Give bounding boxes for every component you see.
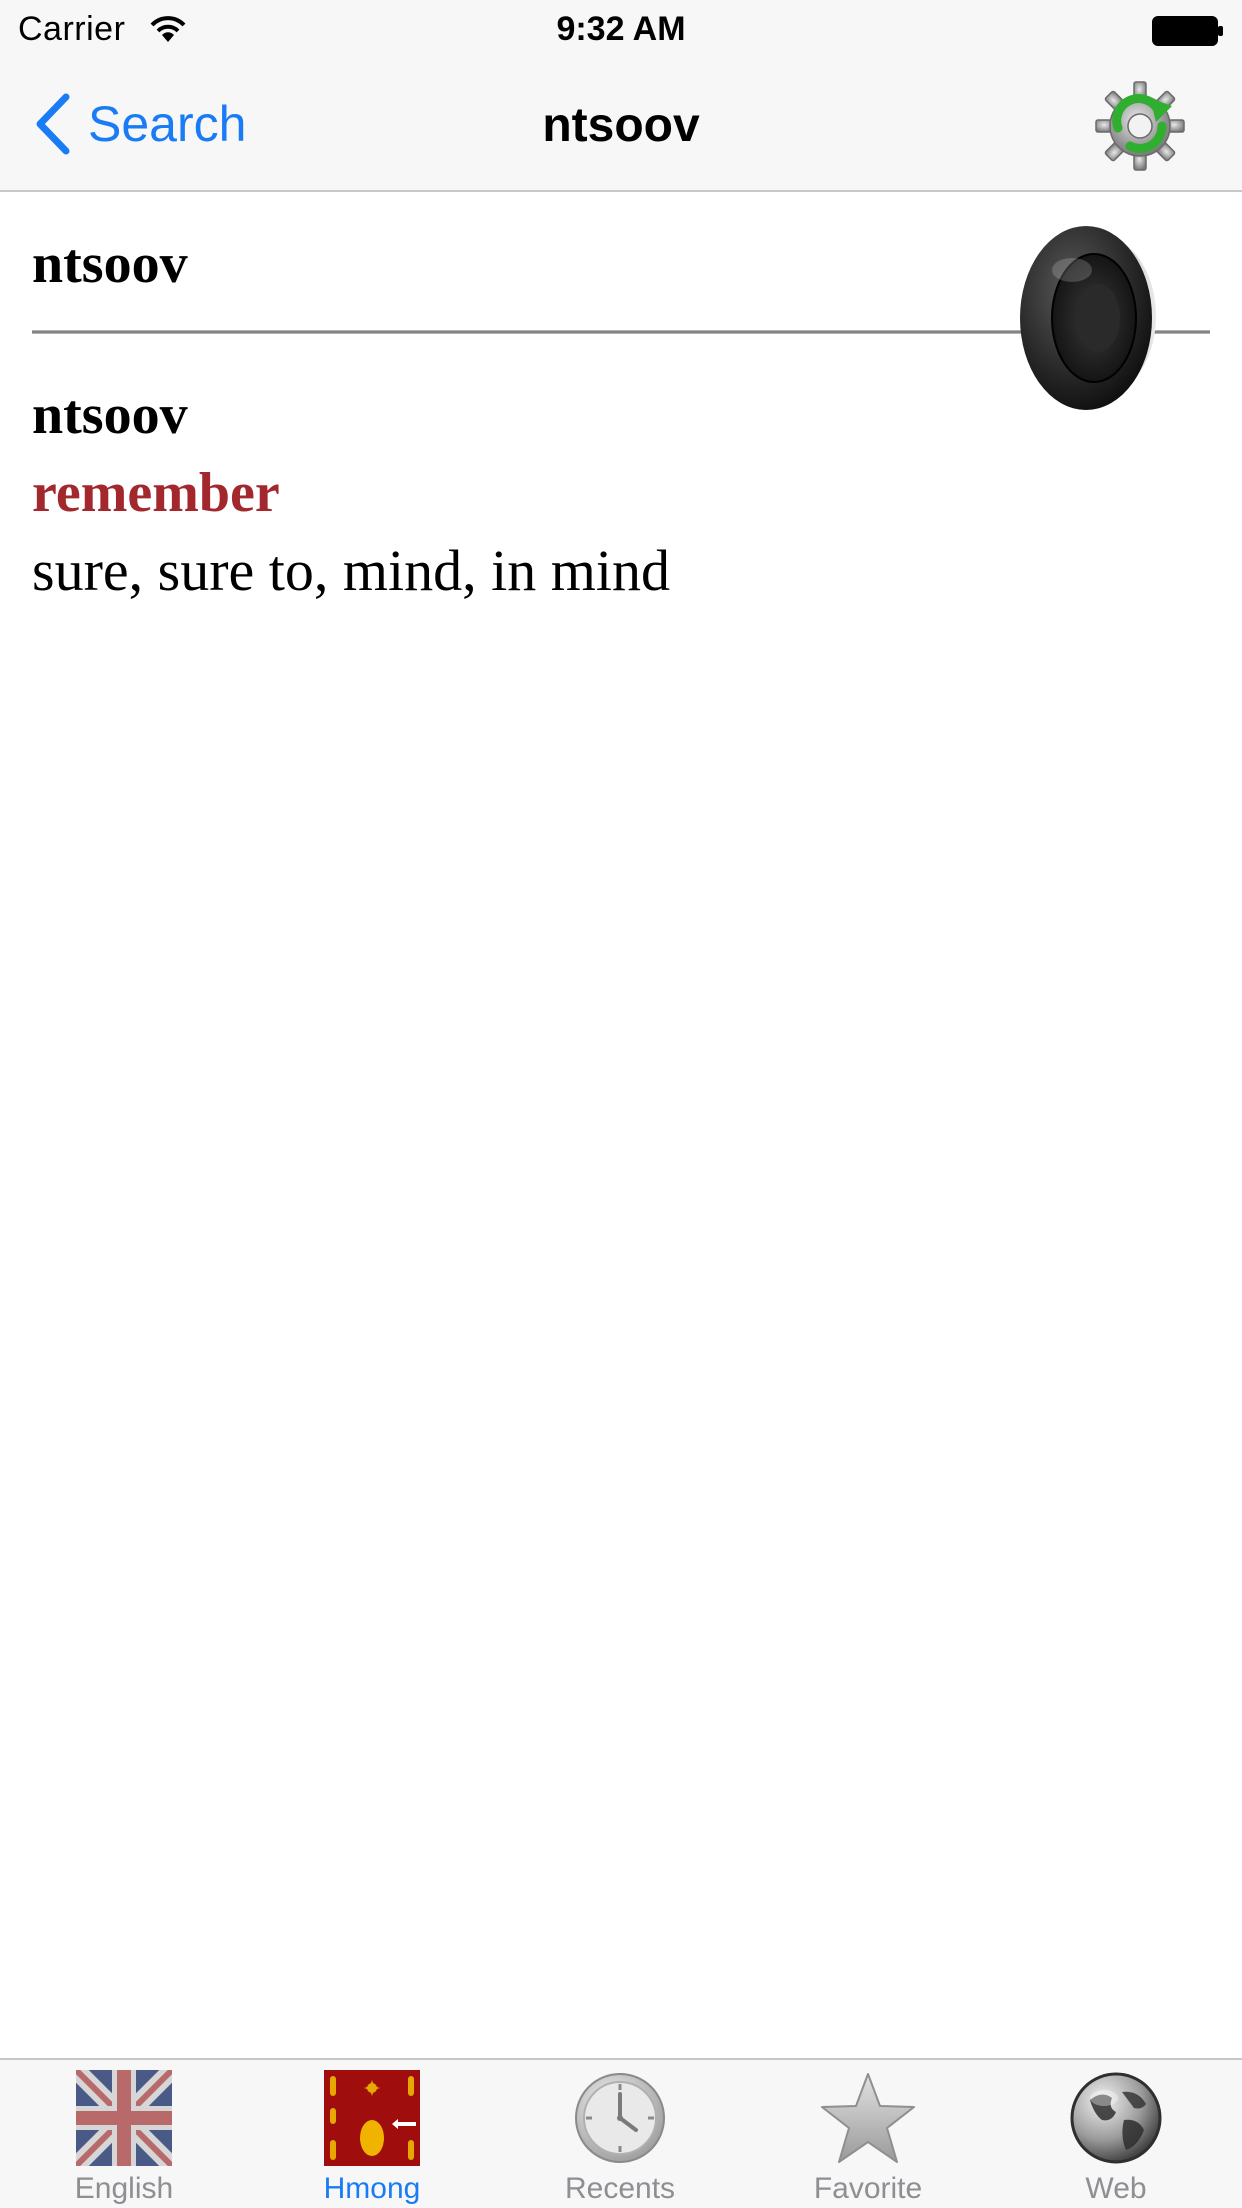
definition-meaning: remember (32, 462, 280, 524)
hmong-flag-icon (324, 2070, 420, 2166)
tab-web[interactable]: Web (992, 2060, 1240, 2208)
tab-bar: English Hmong Recents Favorite Web (0, 2058, 1242, 2208)
definition-block: ntsoov remember sure, sure to, mind, in … (32, 376, 670, 610)
speaker-icon[interactable] (1008, 224, 1174, 414)
tab-favorite-label: Favorite (813, 2172, 923, 2205)
uk-flag-icon (76, 2070, 172, 2166)
tab-recents-label: Recents (564, 2172, 676, 2205)
clock-icon (575, 2073, 665, 2163)
tab-favorite[interactable]: Favorite (744, 2060, 992, 2208)
star-icon (821, 2073, 915, 2163)
status-time: 9:32 AM (556, 10, 686, 48)
tab-hmong[interactable]: Hmong (248, 2060, 496, 2208)
globe-icon (1070, 2072, 1162, 2164)
battery-icon (1152, 16, 1223, 46)
entry-content: ntsoov ntsoov remember sure, sure to, mi… (0, 194, 1242, 2058)
tab-recents[interactable]: Recents (496, 2060, 744, 2208)
page-title: ntsoov (542, 99, 700, 152)
definition-word: ntsoov (32, 384, 188, 446)
tab-english-label: English (74, 2172, 174, 2205)
navigation-bar: Search ntsoov (0, 60, 1242, 192)
definition-synonyms: sure, sure to, mind, in mind (32, 538, 670, 603)
tab-english[interactable]: English (0, 2060, 248, 2208)
settings-refresh-gear-icon[interactable] (1090, 76, 1190, 176)
dictionary-screen: Carrier 9:32 AM Search ntsoov ntsoov nts… (0, 0, 1242, 2208)
status-bar: Carrier 9:32 AM (0, 0, 1242, 60)
tab-hmong-label: Hmong (323, 2172, 421, 2205)
entry-headword: ntsoov (32, 233, 188, 295)
tab-web-label: Web (1085, 2172, 1147, 2205)
